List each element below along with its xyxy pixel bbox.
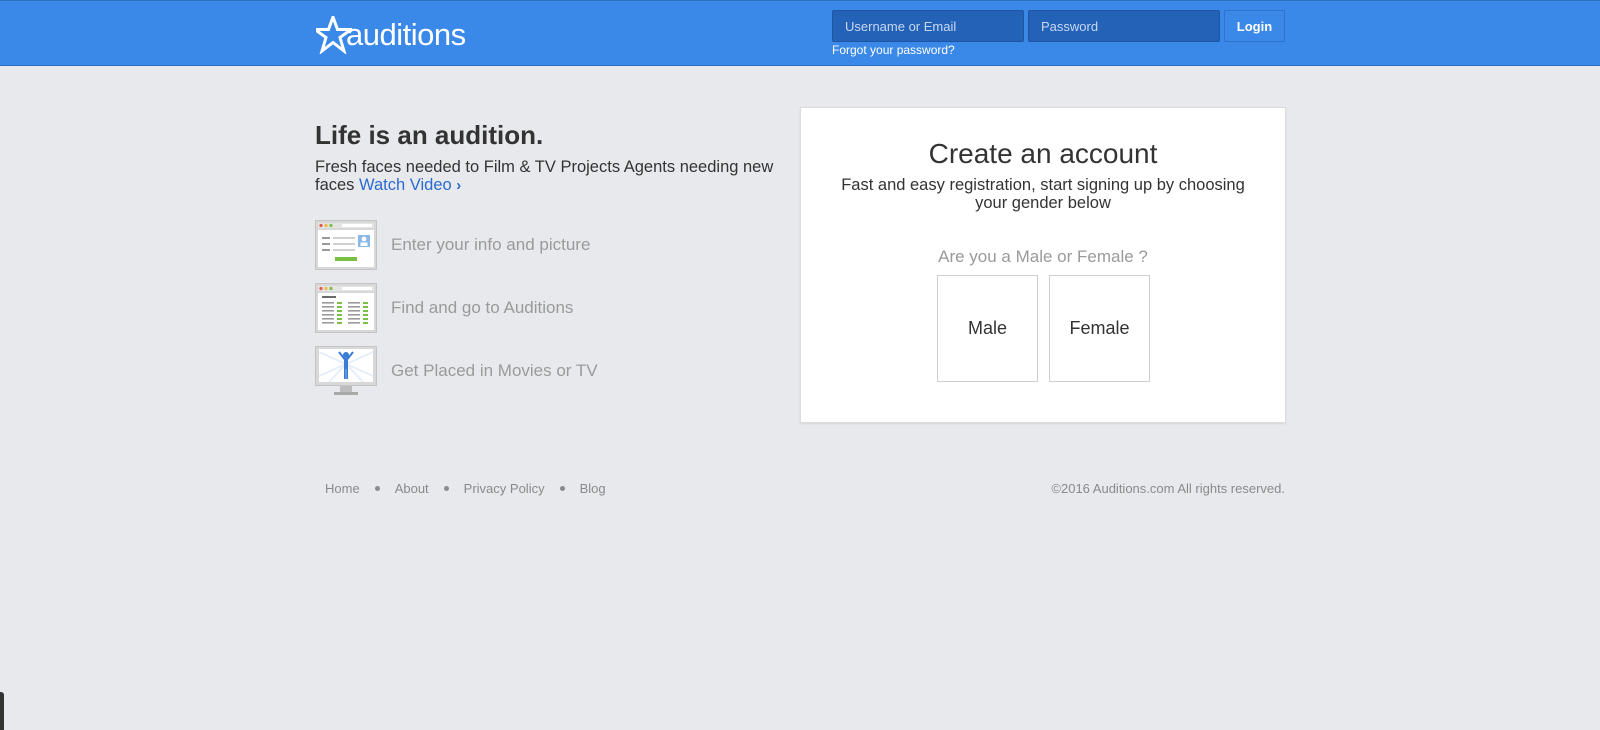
step-label: Enter your info and picture xyxy=(391,235,591,254)
card-subtitle: Fast and easy registration, start signin… xyxy=(841,176,1245,212)
female-button[interactable]: Female xyxy=(1049,275,1150,382)
footer-nav: Home About Privacy Policy Blog xyxy=(325,481,606,496)
male-button[interactable]: Male xyxy=(937,275,1038,382)
watch-video-label: Watch Video xyxy=(359,176,452,194)
chevron-right-icon: › xyxy=(456,177,462,194)
profile-form-icon xyxy=(315,220,377,270)
hero-tagline: Fresh faces needed to Film & TV Projects… xyxy=(315,158,775,195)
window-edge-handle xyxy=(0,692,4,730)
gender-question: Are you a Male or Female ? xyxy=(938,247,1148,266)
auditions-list-icon xyxy=(315,283,377,333)
watch-video-link[interactable]: Watch Video › xyxy=(359,176,461,194)
site-logo[interactable]: auditions xyxy=(316,15,466,55)
copyright-text: ©2016 Auditions.com All rights reserved. xyxy=(1051,481,1285,496)
footer-link-privacy[interactable]: Privacy Policy xyxy=(464,481,545,496)
step-label: Get Placed in Movies or TV xyxy=(391,361,598,380)
forgot-password-link[interactable]: Forgot your password? xyxy=(832,43,955,57)
login-button[interactable]: Login xyxy=(1224,10,1285,42)
screen-performer-icon xyxy=(315,346,377,395)
hero-section: Life is an audition. Fresh faces needed … xyxy=(315,118,775,195)
top-header: auditions Login Forgot your password? xyxy=(0,0,1600,66)
create-account-card: Create an account Fast and easy registra… xyxy=(800,107,1286,423)
page-headline: Life is an audition. xyxy=(315,120,544,150)
step-item-auditions: Find and go to Auditions xyxy=(315,283,573,333)
step-label: Find and go to Auditions xyxy=(391,298,574,317)
separator-dot xyxy=(559,486,565,491)
step-item-info: Enter your info and picture xyxy=(315,220,590,270)
footer-link-home[interactable]: Home xyxy=(325,481,360,496)
separator-dot xyxy=(374,486,380,491)
separator-dot xyxy=(443,486,449,491)
username-input[interactable] xyxy=(832,10,1024,42)
step-item-placed: Get Placed in Movies or TV xyxy=(315,346,598,396)
logo-text: auditions xyxy=(346,17,466,52)
footer-link-blog[interactable]: Blog xyxy=(580,481,606,496)
password-input[interactable] xyxy=(1028,10,1220,42)
card-title: Create an account xyxy=(928,138,1158,169)
footer-link-about[interactable]: About xyxy=(395,481,429,496)
